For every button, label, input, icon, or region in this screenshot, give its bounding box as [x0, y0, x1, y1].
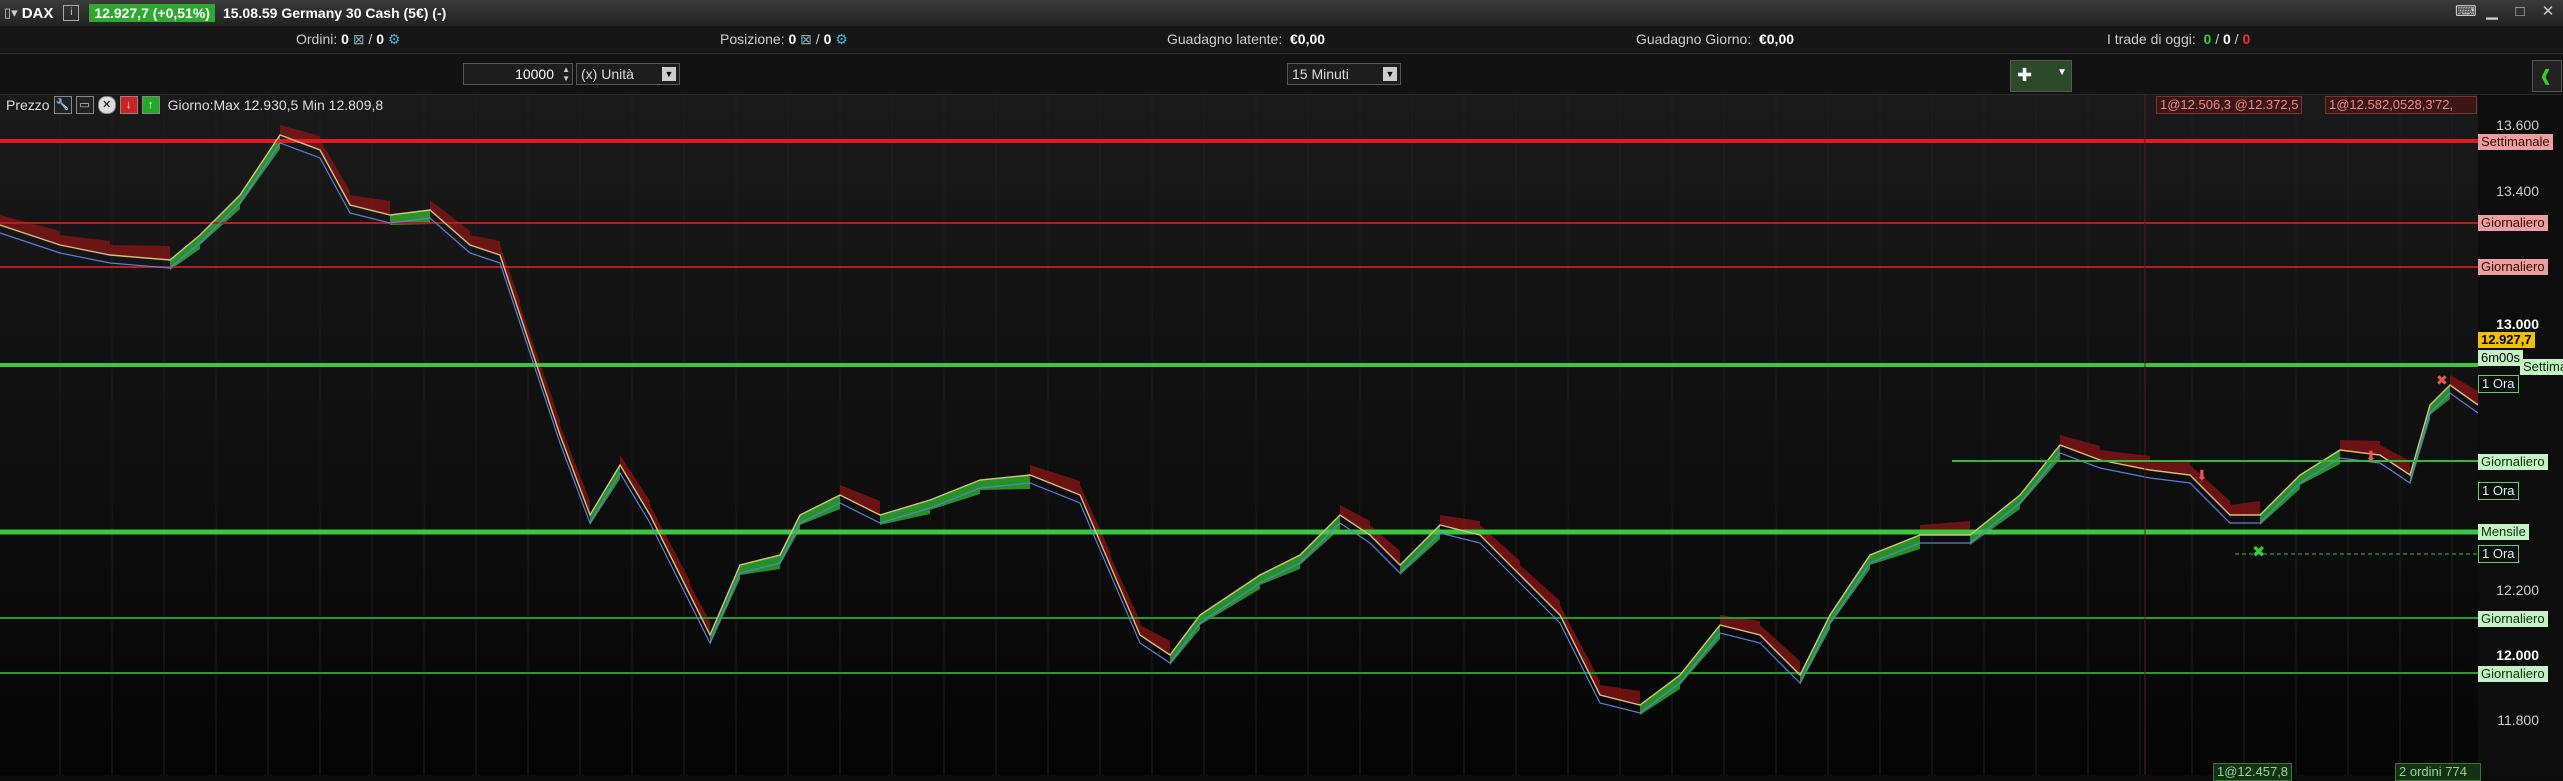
order-tag-top-b[interactable]: 1@12.582,0528,3'72,	[2325, 96, 2477, 114]
trades-neutral: 0	[2222, 31, 2231, 47]
orders-label: Ordini:	[296, 31, 338, 47]
price-change-badge: 12.927,7 (+0,51%)	[89, 4, 215, 22]
instrument-info: 15.08.59 Germany 30 Cash (5€) (-)	[222, 5, 447, 21]
price-legend-label[interactable]: Prezzo	[6, 97, 50, 113]
countdown-tag: 6m00s	[2478, 350, 2524, 366]
chart-legend: Prezzo 🔧 ▭ ✕ ↓ ↑ Giorno:Max 12.930,5 Min…	[6, 96, 383, 114]
symbol-label[interactable]: DAX	[22, 5, 54, 22]
quantity-input[interactable]: 10000 ▲ ▼	[463, 63, 573, 85]
indicator-icon: ✚	[2017, 65, 2033, 85]
position-label: Posizione:	[720, 31, 785, 47]
level-tag-daily-g2[interactable]: Giornaliero	[2478, 611, 2548, 627]
title-bar: ▯▾ DAX i 12.927,7 (+0,51%) 15.08.59 Germ…	[0, 0, 2563, 27]
trades-sep-1: /	[2215, 31, 2220, 47]
sell-signal-icon: ✖	[2436, 372, 2448, 388]
price-chart[interactable]: ✖ ✖ ⬇ ⬇	[0, 95, 2563, 775]
latent-label: Guadagno latente:	[1167, 31, 1283, 47]
level-tag-daily-g3[interactable]: Giornaliero	[2478, 666, 2548, 682]
order-tag-top-a[interactable]: 1@12.506,3 @12.372,5	[2156, 96, 2303, 114]
timeframe-chevron-icon[interactable]: ▼	[1383, 67, 1397, 81]
gear-icon[interactable]: ⚙	[388, 31, 401, 47]
maximize-icon[interactable]: □	[2511, 3, 2529, 21]
timeframe-select[interactable]: 15 Minuti ▼	[1287, 63, 1401, 85]
level-tag-daily-r1[interactable]: Giornaliero	[2478, 215, 2548, 231]
order-toolbar: 10000 ▲ ▼ (x) Unità ▼ 15 Minuti ▼ ✚ ▼ ❰	[0, 54, 2563, 95]
panel-toggle-icon: ❰	[2539, 68, 2553, 85]
order-tag-bottom-a[interactable]: 1@12.457,8	[2213, 763, 2293, 781]
timeframe-value: 15 Minuti	[1292, 66, 1349, 82]
arrow-down-signal-2-icon: ⬇	[2365, 448, 2377, 464]
chart-canvas[interactable]: ✖ ✖ ⬇ ⬇	[0, 95, 2563, 775]
level-tag-hour-3[interactable]: 1 Ora	[2478, 545, 2519, 563]
level-tag-monthly[interactable]: Mensile	[2478, 524, 2529, 540]
indicators-button[interactable]: ✚ ▼	[2010, 60, 2072, 92]
trades-won: 0	[2203, 31, 2212, 47]
down-arrow-icon[interactable]: ↓	[119, 96, 138, 114]
keyboard-icon[interactable]: ⌨	[2455, 3, 2477, 21]
minimize-icon[interactable]: ▁	[2483, 3, 2501, 21]
unit-value: (x) Unità	[581, 66, 634, 82]
indicator-dropdown-icon[interactable]: ▼	[2057, 67, 2067, 78]
window-icon[interactable]: ▭	[75, 96, 94, 114]
unit-select[interactable]: (x) Unità ▼	[576, 63, 680, 85]
trades-today: I trade di oggi: 0 / 0 / 0	[2107, 31, 2250, 47]
quantity-value: 10000	[515, 66, 554, 82]
latent-value: €0,00	[1290, 31, 1326, 47]
side-panel-button[interactable]: ❰	[2532, 60, 2562, 92]
window-menu-icon[interactable]: ▯▾	[4, 5, 18, 21]
quantity-stepper[interactable]: ▲ ▼	[562, 65, 570, 83]
trades-label: I trade di oggi:	[2107, 31, 2196, 47]
orders-value: 0	[341, 31, 349, 47]
arrow-down-signal-icon: ⬇	[2196, 467, 2208, 483]
axis-tick-12200: 12.200	[2496, 582, 2539, 598]
day-gain: Guadagno Giorno: €0,00	[1636, 31, 1794, 47]
level-tag-weekly-support[interactable]: Settimanale	[2520, 359, 2563, 375]
axis-tick-13400: 13.400	[2496, 183, 2539, 199]
day-value: €0,00	[1758, 31, 1795, 47]
axis-tick-12000: 12.000	[2496, 647, 2539, 663]
level-tag-hour-1[interactable]: 1 Ora	[2478, 375, 2519, 393]
remove-icon[interactable]: ✕	[97, 96, 116, 114]
position-status: Posizione: 0 ⊠ / 0 ⚙	[720, 31, 848, 47]
trades-lost: 0	[2242, 31, 2251, 47]
day-range-label: Giorno:Max 12.930,5 Min 12.809,8	[167, 97, 384, 113]
orders-value-2: 0	[376, 31, 385, 47]
level-tag-daily-r2[interactable]: Giornaliero	[2478, 259, 2548, 275]
current-price-tag: 12.927,7	[2478, 332, 2535, 348]
close-icon[interactable]: ✕	[2539, 3, 2557, 21]
wrench-icon[interactable]: 🔧	[53, 96, 72, 114]
account-status-bar: Ordini: 0 ⊠ / 0 ⚙ Posizione: 0 ⊠ / 0 ⚙ G…	[0, 26, 2563, 54]
chevron-down-icon[interactable]: ▼	[662, 67, 676, 81]
position-value: 0	[788, 31, 797, 47]
level-tag-hour-2[interactable]: 1 Ora	[2478, 482, 2519, 500]
position-gear-icon[interactable]: ⚙	[835, 31, 848, 47]
orders-icon[interactable]: ⊠	[353, 31, 365, 47]
info-icon[interactable]: i	[63, 5, 80, 21]
axis-tick-13600: 13.600	[2496, 117, 2539, 133]
level-tag-weekly-resistance[interactable]: Settimanale	[2478, 134, 2553, 150]
level-tag-daily-g1[interactable]: Giornaliero	[2478, 454, 2548, 470]
axis-tick-11800: 11.800	[2497, 712, 2539, 728]
day-label: Guadagno Giorno:	[1636, 31, 1752, 47]
latent-gain: Guadagno latente: €0,00	[1167, 31, 1325, 47]
axis-tick-13000: 13.000	[2496, 316, 2539, 332]
cross-marker-icon: ✖	[2252, 544, 2265, 561]
order-tag-bottom-b[interactable]: 2 ordini 774	[2395, 763, 2481, 781]
position-icon[interactable]: ⊠	[800, 31, 812, 47]
orders-status: Ordini: 0 ⊠ / 0 ⚙	[296, 31, 401, 47]
trades-sep-2: /	[2234, 31, 2239, 47]
up-arrow-icon[interactable]: ↑	[141, 96, 160, 114]
position-value-2: 0	[823, 31, 832, 47]
